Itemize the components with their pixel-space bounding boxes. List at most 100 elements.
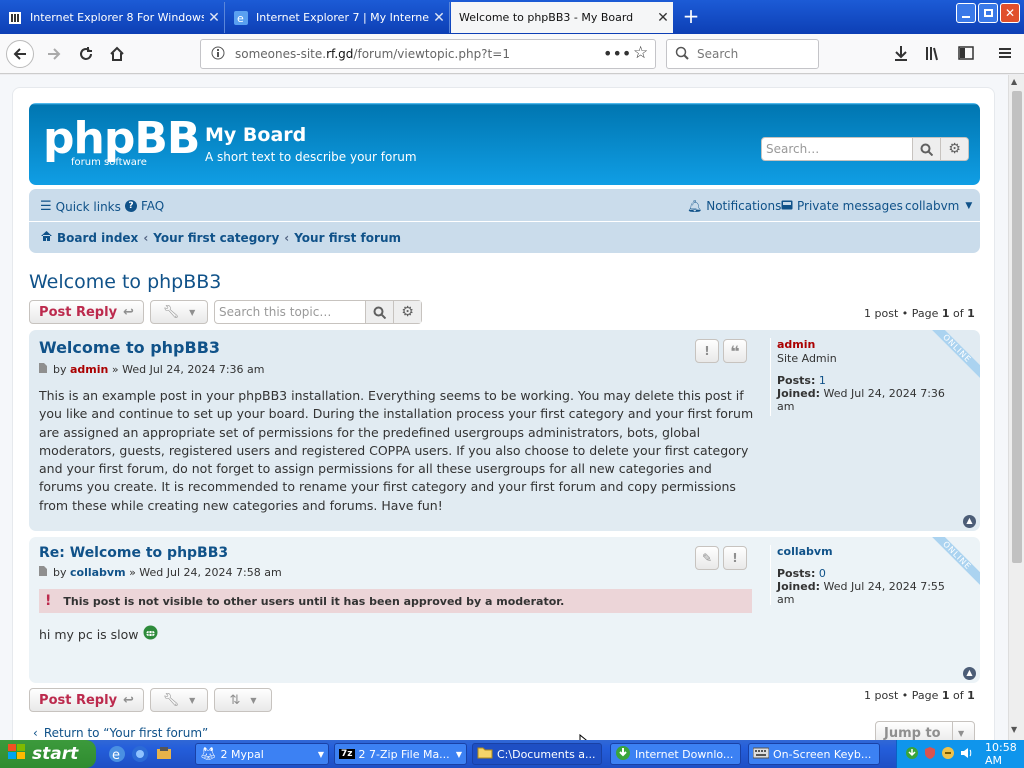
pagination-text: 1 post • Page bbox=[864, 689, 942, 702]
taskbar-item-osk[interactable]: On-Screen Keyb... bbox=[748, 743, 880, 765]
tab-close-icon[interactable]: ✕ bbox=[429, 10, 449, 26]
clock[interactable]: 10:58 AM bbox=[985, 741, 1024, 767]
start-button[interactable]: start bbox=[0, 740, 96, 768]
windows-logo-icon bbox=[8, 743, 26, 765]
tray-volume-icon[interactable] bbox=[959, 746, 973, 763]
quicklaunch-ie-icon[interactable]: e bbox=[108, 745, 126, 766]
post-reply-button-bottom[interactable]: Post Reply ↩ bbox=[29, 688, 144, 712]
private-messages-link[interactable]: Private messages bbox=[781, 199, 903, 213]
taskbar-item-mypal[interactable]: 🦊︎ 2 Mypal ▼ bbox=[195, 743, 329, 765]
breadcrumb-forum[interactable]: Your first forum bbox=[294, 231, 401, 245]
keyboard-icon bbox=[752, 747, 770, 762]
header-search-input[interactable]: Search… bbox=[762, 138, 912, 160]
profile-divider bbox=[770, 545, 771, 605]
scroll-up-icon[interactable]: ▲ bbox=[1011, 77, 1017, 86]
url-bar[interactable]: someones-site. rf.gd/forum/viewtopic.php?… bbox=[200, 39, 656, 69]
exclamation-icon: ! bbox=[45, 593, 52, 609]
taskbar-item-label: Internet Downlo... bbox=[635, 747, 734, 761]
caret-down-icon: ▼ bbox=[958, 728, 965, 738]
topic-title[interactable]: Welcome to phpBB3 bbox=[29, 271, 221, 293]
back-to-top-icon[interactable]: ▲ bbox=[963, 667, 976, 680]
header-search-button[interactable] bbox=[912, 138, 940, 160]
notifications-link[interactable]: 🔔︎ Notifications bbox=[687, 199, 781, 213]
tray-network-icon[interactable] bbox=[905, 746, 919, 763]
menu-hamburger-icon[interactable] bbox=[997, 45, 1013, 64]
reload-icon[interactable] bbox=[72, 40, 100, 68]
post-title[interactable]: Welcome to phpBB3 bbox=[39, 338, 220, 357]
sort-options-button[interactable]: ⇅ ▼ bbox=[214, 688, 272, 712]
forward-arrow-icon[interactable] bbox=[40, 40, 68, 68]
new-tab-plus-icon[interactable]: + bbox=[680, 4, 702, 28]
edit-button[interactable]: ✎ bbox=[695, 546, 719, 570]
home-icon[interactable] bbox=[103, 40, 131, 68]
restore-button[interactable] bbox=[978, 3, 998, 23]
page-scrollbar[interactable]: ▲ ▼ bbox=[1008, 75, 1024, 740]
tab-title: Internet Explorer 8 For Windows 7 bbox=[30, 11, 204, 24]
posts-label: Posts: bbox=[777, 374, 816, 387]
quicklaunch-app-icon[interactable] bbox=[155, 745, 173, 766]
post-title[interactable]: Re: Welcome to phpBB3 bbox=[39, 545, 228, 561]
profile-username[interactable]: admin bbox=[777, 338, 957, 351]
posts-count[interactable]: 1 bbox=[819, 374, 826, 387]
author-link[interactable]: admin bbox=[70, 363, 108, 376]
scroll-down-icon[interactable]: ▼ bbox=[1011, 725, 1017, 734]
topic-tools-button-bottom[interactable]: 🔧︎ ▼ bbox=[150, 688, 208, 712]
minimize-button[interactable] bbox=[956, 3, 976, 23]
approval-notice-text: This post is not visible to other users … bbox=[63, 594, 565, 608]
taskbar-item-documents[interactable]: C:\Documents a... bbox=[472, 743, 602, 765]
taskbar-item-label: C:\Documents a... bbox=[497, 747, 596, 761]
profile-username[interactable]: collabvm bbox=[777, 545, 957, 558]
library-icon[interactable] bbox=[925, 45, 943, 64]
notifications-label: Notifications bbox=[706, 199, 782, 213]
board-title[interactable]: My Board bbox=[205, 124, 306, 146]
tab-phpbb[interactable]: Welcome to phpBB3 - My Board ✕ bbox=[451, 2, 673, 33]
caret-down-icon: ▼ bbox=[189, 695, 196, 705]
header-advanced-search-button[interactable]: ⚙ bbox=[940, 138, 968, 160]
caret-down-icon: ▼ bbox=[455, 749, 462, 759]
breadcrumb-board-index[interactable]: Board index bbox=[57, 231, 138, 245]
board-description: A short text to describe your forum bbox=[205, 150, 417, 164]
topic-tools-button[interactable]: 🔧︎ ▼ bbox=[150, 300, 208, 324]
post-reply-label: Post Reply bbox=[39, 304, 118, 320]
taskbar-item-7zip[interactable]: 7z 2 7-Zip File Ma... ▼ bbox=[334, 743, 467, 765]
caret-down-icon: ▼ bbox=[317, 749, 324, 759]
report-button[interactable]: ! bbox=[723, 546, 747, 570]
topic-search-input[interactable]: Search this topic… bbox=[215, 301, 365, 323]
wrench-icon: 🔧︎ bbox=[162, 692, 180, 708]
by-label: by bbox=[53, 566, 67, 579]
author-link[interactable]: collabvm bbox=[70, 566, 126, 579]
user-menu[interactable]: collabvm ▼ bbox=[905, 199, 972, 213]
tray-security-icon[interactable] bbox=[923, 746, 937, 763]
back-arrow-icon[interactable] bbox=[6, 40, 34, 68]
bookmark-star-icon[interactable]: ☆ bbox=[633, 43, 648, 63]
breadcrumb-category[interactable]: Your first category bbox=[153, 231, 279, 245]
return-to-forum-link[interactable]: ‹ Return to “Your first forum” bbox=[33, 726, 208, 740]
report-button[interactable]: ! bbox=[695, 339, 719, 363]
tab-ie8[interactable]: Internet Explorer 8 For Windows 7 ✕ bbox=[0, 2, 225, 33]
post-date: » Wed Jul 24, 2024 7:58 am bbox=[129, 566, 282, 579]
sidebar-icon[interactable] bbox=[958, 45, 974, 64]
info-icon[interactable] bbox=[211, 46, 225, 63]
pagination-bottom: 1 post • Page 1 of 1 bbox=[864, 689, 975, 702]
tab-close-icon[interactable]: ✕ bbox=[204, 10, 224, 26]
topic-search-button[interactable] bbox=[365, 301, 393, 323]
phpbb-logo[interactable]: phpBB forum software bbox=[43, 117, 200, 169]
back-to-top-icon[interactable]: ▲ bbox=[963, 515, 976, 528]
tab-close-icon[interactable]: ✕ bbox=[653, 10, 673, 26]
quote-button[interactable]: ❝ bbox=[723, 339, 747, 363]
scroll-thumb[interactable] bbox=[1012, 91, 1022, 563]
jump-to-button[interactable]: Jump to ▼ bbox=[875, 721, 975, 740]
posts-count[interactable]: 0 bbox=[819, 567, 826, 580]
tray-update-icon[interactable] bbox=[941, 746, 955, 763]
close-window-button[interactable]: ✕ bbox=[1000, 3, 1020, 23]
post-reply-button[interactable]: Post Reply ↩ bbox=[29, 300, 144, 324]
page-actions-icon[interactable]: ••• bbox=[603, 44, 631, 63]
browser-search-input[interactable]: Search bbox=[666, 39, 819, 69]
topic-advanced-search-button[interactable]: ⚙ bbox=[393, 301, 421, 323]
download-icon[interactable] bbox=[893, 45, 909, 64]
quicklaunch-browser-icon[interactable] bbox=[131, 745, 149, 766]
taskbar-item-idm[interactable]: Internet Downlo... bbox=[610, 743, 741, 765]
faq-link[interactable]: ? FAQ bbox=[125, 199, 164, 213]
quick-links-menu[interactable]: ☰ Quick links bbox=[40, 199, 121, 214]
tab-ie7[interactable]: e Internet Explorer 7 | My Internet ✕ bbox=[226, 2, 450, 33]
